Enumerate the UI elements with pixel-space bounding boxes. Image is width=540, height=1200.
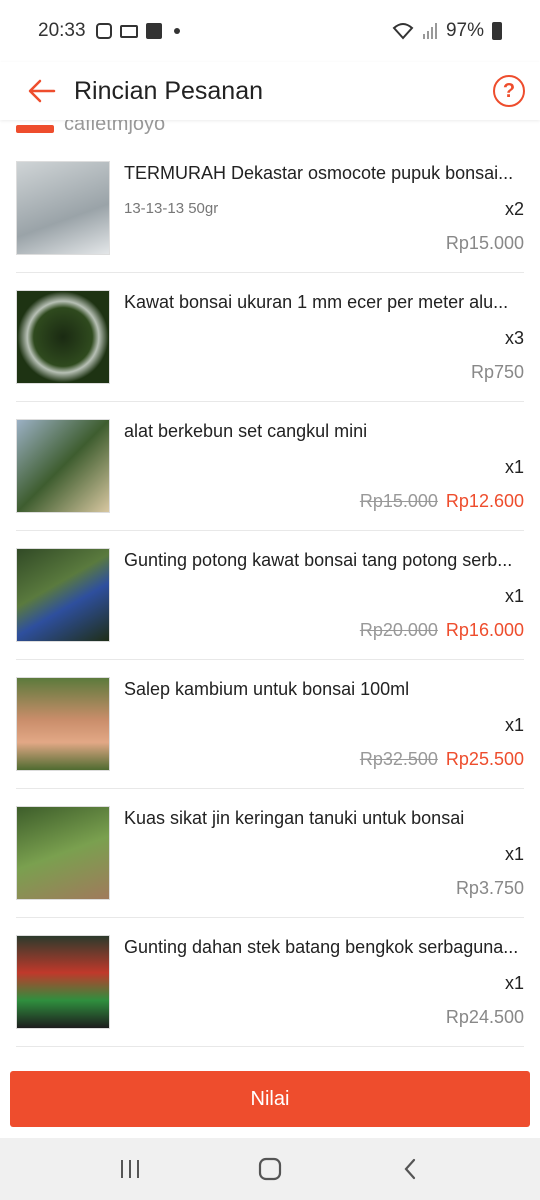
more-notifications-dot [173, 28, 180, 34]
product-thumbnail[interactable] [16, 677, 110, 771]
product-thumbnail[interactable] [16, 548, 110, 642]
item-quantity: x1 [504, 844, 524, 864]
chevron-left-icon [404, 1158, 416, 1180]
item-quantity: x1 [504, 715, 524, 735]
item-name: Gunting dahan stek batang bengkok serbag… [124, 937, 519, 957]
status-right: 97% [392, 20, 502, 42]
recent-apps-button[interactable] [108, 1147, 152, 1191]
back-button[interactable] [0, 62, 74, 120]
item-name: TERMURAH Dekastar osmocote pupuk bonsai.… [124, 163, 514, 183]
item-name: Kawat bonsai ukuran 1 mm ecer per meter … [124, 292, 509, 312]
price-row: Rp3.750 [456, 878, 524, 899]
home-button[interactable] [248, 1147, 292, 1191]
battery-icon [492, 22, 502, 40]
item-price: Rp16.000 [445, 620, 524, 640]
item-quantity: x2 [504, 199, 524, 219]
bottom-action-bar: Nilai [0, 1060, 540, 1138]
product-image [17, 936, 109, 1028]
question-icon: ? [502, 79, 516, 102]
price-row: Rp24.500 [446, 1007, 524, 1028]
help-button[interactable]: ? [493, 75, 525, 107]
item-price: Rp12.600 [445, 491, 524, 511]
product-thumbnail[interactable] [16, 935, 110, 1029]
item-price: Rp24.500 [445, 1007, 524, 1027]
app-bar: Rincian Pesanan ? [0, 62, 540, 120]
item-price: Rp15.000 [445, 233, 524, 253]
wifi-icon [392, 23, 414, 40]
order-item[interactable]: Gunting dahan stek batang bengkok serbag… [16, 918, 524, 1047]
item-name: Kuas sikat jin keringan tanuki untuk bon… [124, 808, 465, 828]
order-item[interactable]: Gunting potong kawat bonsai tang potong … [16, 531, 524, 660]
original-price: Rp15.000 [359, 491, 438, 511]
order-items-list[interactable]: caflet​​mjoyo TERMURAH Dekastar osmocote… [0, 104, 540, 1060]
rate-button[interactable]: Nilai [10, 1071, 530, 1127]
item-variant: 13-13-13 50gr [124, 200, 219, 217]
status-bar: 20:33 97% [0, 0, 540, 62]
item-price: Rp750 [470, 362, 524, 382]
product-image [17, 162, 109, 254]
battery-percent: 97% [445, 20, 484, 41]
item-quantity: x3 [504, 328, 524, 348]
original-price: Rp20.000 [359, 620, 438, 640]
original-price: Rp32.500 [359, 749, 438, 769]
signal-icon [422, 23, 437, 39]
product-image [17, 549, 109, 641]
product-thumbnail[interactable] [16, 290, 110, 384]
price-row: Rp20.000 Rp16.000 [360, 620, 524, 641]
price-row: Rp15.000 Rp12.600 [360, 491, 524, 512]
item-name: alat berkebun set cangkul mini [124, 421, 368, 441]
product-thumbnail[interactable] [16, 419, 110, 513]
item-quantity: x1 [504, 586, 524, 606]
product-image [17, 678, 109, 770]
order-item[interactable]: Salep kambium untuk bonsai 100ml x1 Rp32… [16, 660, 524, 789]
product-image [17, 807, 109, 899]
system-nav-bar [0, 1138, 540, 1200]
laptop-icon [119, 24, 138, 38]
item-name: Salep kambium untuk bonsai 100ml [124, 679, 410, 699]
item-quantity: x1 [504, 457, 524, 477]
price-row: Rp15.000 [446, 233, 524, 254]
price-row: Rp750 [471, 362, 524, 383]
arrow-left-icon [28, 79, 56, 103]
page-title: Rincian Pesanan [74, 76, 264, 105]
price-row: Rp32.500 Rp25.500 [360, 749, 524, 770]
item-price: Rp3.750 [455, 878, 524, 898]
back-nav-button[interactable] [388, 1147, 432, 1191]
product-image [17, 291, 109, 383]
order-item[interactable]: Kuas sikat jin keringan tanuki untuk bon… [16, 789, 524, 918]
order-item[interactable]: TERMURAH Dekastar osmocote pupuk bonsai.… [16, 144, 524, 273]
notification-icons [95, 23, 180, 39]
shopping-bag-icon [145, 23, 162, 39]
item-name: Gunting potong kawat bonsai tang potong … [124, 550, 513, 570]
status-time: 20:33 [38, 20, 86, 41]
home-icon [258, 1157, 282, 1181]
product-image [17, 420, 109, 512]
shop-badge [16, 125, 54, 133]
order-item[interactable]: alat berkebun set cangkul mini x1 Rp15.0… [16, 402, 524, 531]
order-item[interactable]: Kawat bonsai ukuran 1 mm ecer per meter … [16, 273, 524, 402]
item-quantity: x1 [504, 973, 524, 993]
item-price: Rp25.500 [445, 749, 524, 769]
recent-apps-icon [121, 1160, 139, 1178]
product-thumbnail[interactable] [16, 161, 110, 255]
instagram-icon [95, 23, 112, 39]
product-thumbnail[interactable] [16, 806, 110, 900]
